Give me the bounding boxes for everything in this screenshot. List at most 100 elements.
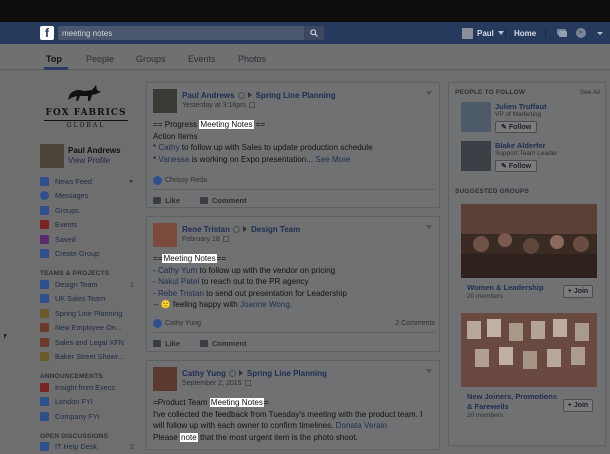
account-caret-icon[interactable] [596, 27, 604, 39]
tab-events[interactable]: Events [188, 54, 216, 64]
tab-photos[interactable]: Photos [238, 54, 266, 64]
news-feed-icon [40, 177, 49, 186]
sidebar-item-spring-line-planning[interactable]: Spring Line Planning [40, 306, 140, 321]
group-cover-image[interactable] [461, 313, 597, 387]
group-name[interactable]: Women & Leadership [467, 283, 544, 293]
sidebar-item-create-group[interactable]: Create Group [40, 247, 140, 262]
post-time[interactable]: Yesterday at 3:16pm [182, 102, 246, 109]
person-name[interactable]: Blake Alderfer [495, 141, 546, 150]
sidebar-item-company-fyi[interactable]: Company FYI [40, 409, 140, 424]
home-link[interactable]: Home [514, 29, 536, 38]
post-time[interactable]: September 2, 2015 [182, 380, 242, 387]
join-button[interactable]: + Join [563, 285, 593, 298]
group-cover-image[interactable] [461, 204, 597, 278]
group-name[interactable]: New Joiners, Promotions& Farewells [467, 392, 557, 411]
post-meta: September 2, 2015 [182, 380, 251, 387]
sidebar-item-baker-street[interactable]: Baker Street Showr... [40, 350, 140, 365]
sidebar-item-events[interactable]: Events [40, 218, 140, 233]
post-author[interactable]: Paul Andrews [182, 91, 235, 100]
comment-button[interactable]: Comment [200, 196, 247, 205]
sidebar-item-label: Spring Line Planning [55, 309, 122, 318]
avatar[interactable] [40, 144, 64, 168]
company-logo[interactable]: FOX FABRICS GLOBAL [44, 82, 134, 136]
mention-link[interactable]: Joanne Wong [240, 300, 290, 309]
avatar[interactable] [153, 223, 177, 247]
profile-card[interactable]: Paul Andrews View Profile [40, 144, 136, 168]
avatar[interactable] [153, 89, 177, 113]
sidebar-item-messages[interactable]: Messages [40, 189, 140, 204]
post-group[interactable]: Design Team [251, 225, 300, 234]
mention-link[interactable]: Vanessa [158, 155, 189, 164]
see-all-link[interactable]: See All [580, 89, 600, 96]
profile-name[interactable]: Paul Andrews [68, 146, 121, 155]
text: I've collected the feedback from Tuesday… [153, 410, 422, 419]
post-options-icon[interactable] [426, 225, 432, 229]
post-options-icon[interactable] [426, 369, 432, 373]
avatar[interactable] [153, 367, 177, 391]
notifications-globe-icon[interactable] [575, 27, 587, 39]
mention-link[interactable]: Cathy Yum [158, 266, 197, 275]
search-box[interactable] [58, 26, 324, 40]
sidebar-item-design-team[interactable]: Design Team1 [40, 277, 140, 292]
view-profile-link[interactable]: View Profile [68, 156, 110, 165]
mention-link[interactable]: Rebe Tristan [158, 289, 204, 298]
post-group[interactable]: Spring Line Planning [256, 91, 336, 100]
avatar[interactable] [461, 102, 491, 132]
sidebar-item-groups[interactable]: Groups [40, 203, 140, 218]
post-options-icon[interactable] [426, 91, 432, 95]
post-body: ==Meeting Notes== - Cathy Yum to follow … [153, 253, 435, 311]
search-button[interactable] [304, 26, 324, 40]
sidebar-item-label: Messages [55, 191, 88, 200]
post-time[interactable]: February 18 [182, 236, 220, 243]
post-author[interactable]: Rene Tristan [182, 225, 230, 234]
sidebar-item-sales-legal[interactable]: Sales and Legal XFN [40, 335, 140, 350]
like-button[interactable]: Like [153, 339, 180, 348]
chevron-down-icon[interactable] [129, 180, 133, 183]
friend-requests-icon[interactable] [556, 27, 568, 39]
profile-menu[interactable]: Paul [462, 27, 504, 39]
admin-badge-icon [233, 226, 240, 233]
search-highlight: note [180, 433, 198, 442]
follow-button[interactable]: ✎Follow [495, 160, 537, 172]
announcement-icon [40, 412, 49, 421]
person-name[interactable]: Julien Truffaut [495, 102, 547, 111]
unread-count: 2 [130, 442, 134, 451]
facebook-logo-icon[interactable]: f [40, 26, 54, 40]
like-label: Like [165, 196, 180, 205]
sidebar-item-uk-sales-team[interactable]: UK Sales Team [40, 292, 140, 307]
like-button[interactable]: Like [153, 196, 180, 205]
post-author[interactable]: Cathy Yung [182, 369, 226, 378]
sidebar-item-insight-execs[interactable]: Insight from Execs [40, 380, 140, 395]
tab-people[interactable]: People [86, 54, 114, 64]
reactions-row[interactable]: Chrissy Reda [153, 176, 435, 185]
sidebar-item-news-feed[interactable]: News Feed [40, 174, 140, 189]
comment-button[interactable]: Comment [200, 339, 247, 348]
post-group[interactable]: Spring Line Planning [247, 369, 327, 378]
main-menu: News Feed Messages Groups Events Saved C… [40, 174, 140, 454]
reactor-name[interactable]: Cathy Yung [165, 320, 201, 327]
avatar[interactable] [461, 141, 491, 171]
search-input[interactable] [62, 27, 302, 39]
mention-link[interactable]: Nakul Patel [158, 277, 199, 286]
mention-link[interactable]: Donata Verain [336, 421, 387, 430]
comments-count[interactable]: 2 Comments [395, 320, 435, 327]
follow-button[interactable]: ✎Follow [495, 121, 537, 133]
sidebar-item-it-help-desk[interactable]: IT Help Desk2 [40, 440, 140, 454]
reactor-name[interactable]: Chrissy Reda [165, 177, 207, 184]
team-icon [40, 294, 49, 303]
tab-groups[interactable]: Groups [136, 54, 166, 64]
post-line: Please note that the most urgent item is… [153, 432, 437, 444]
post-card: Paul Andrews Spring Line Planning Yesterd… [146, 82, 440, 208]
sidebar-item-new-employee[interactable]: New Employee On... [40, 321, 140, 336]
mention-link[interactable]: Cathy [158, 143, 179, 152]
tab-top[interactable]: Top [46, 54, 62, 64]
sidebar-item-label: Events [55, 220, 77, 229]
like-label: Like [165, 339, 180, 348]
join-button[interactable]: + Join [563, 399, 593, 412]
post-actions: Like Comment [153, 196, 247, 205]
sidebar-item-london-fyi[interactable]: London FYI [40, 395, 140, 410]
sidebar-item-saved[interactable]: Saved [40, 232, 140, 247]
reactions-row[interactable]: Cathy Yung 2 Comments [153, 319, 435, 328]
see-more-link[interactable]: See More [315, 155, 350, 164]
comment-label: Comment [212, 196, 247, 205]
